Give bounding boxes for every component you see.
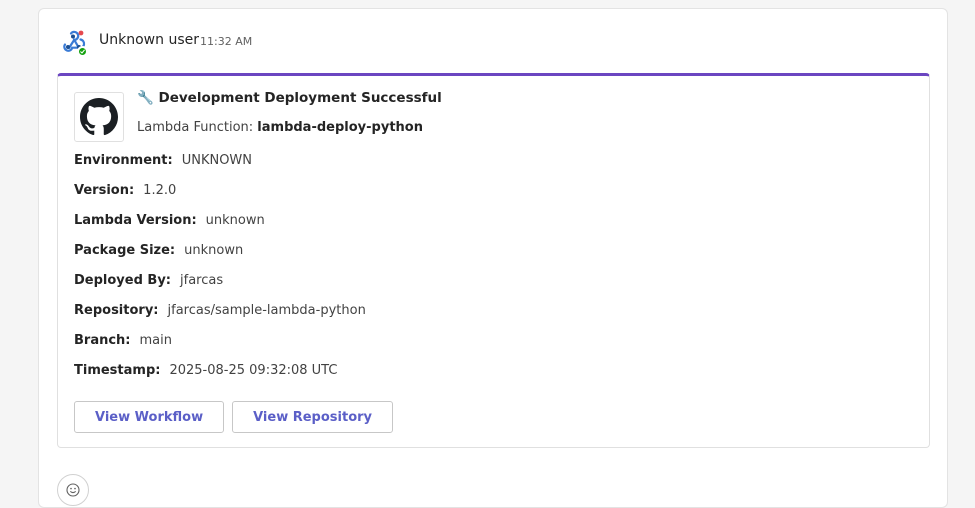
github-icon	[80, 98, 118, 136]
subtitle-label: Lambda Function:	[137, 120, 258, 135]
card-title: 🔧 Development Deployment Successful	[137, 90, 442, 106]
adaptive-card: 🔧 Development Deployment Successful Lamb…	[57, 73, 930, 448]
add-reaction-button[interactable]	[57, 474, 89, 506]
fact-key: Repository:	[74, 303, 159, 318]
avatar[interactable]	[60, 29, 88, 57]
fact-key: Deployed By:	[74, 273, 172, 288]
card-subtitle: Lambda Function: lambda-deploy-python	[137, 120, 423, 135]
fact-value: main	[139, 333, 172, 348]
fact-key: Timestamp:	[74, 363, 161, 378]
fact-environment: Environment: UNKNOWN	[74, 153, 366, 183]
lambda-function-name: lambda-deploy-python	[257, 120, 423, 135]
fact-repository: Repository: jfarcas/sample-lambda-python	[74, 303, 366, 333]
fact-value: 2025-08-25 09:32:08 UTC	[169, 363, 338, 378]
fact-value: UNKNOWN	[181, 153, 253, 168]
chat-message: Unknown user 11:32 AM 🔧 Development Depl…	[38, 8, 948, 508]
status-available-icon	[77, 46, 88, 57]
fact-key: Lambda Version:	[74, 213, 197, 228]
fact-value: 1.2.0	[143, 183, 177, 198]
fact-lambda-version: Lambda Version: unknown	[74, 213, 366, 243]
fact-value: jfarcas/sample-lambda-python	[167, 303, 366, 318]
smiley-icon	[66, 483, 80, 497]
fact-key: Branch:	[74, 333, 131, 348]
fact-version: Version: 1.2.0	[74, 183, 366, 213]
fact-key: Package Size:	[74, 243, 176, 258]
fact-branch: Branch: main	[74, 333, 366, 363]
github-logo	[74, 92, 124, 142]
view-repository-button[interactable]: View Repository	[232, 401, 394, 433]
fact-value: unknown	[205, 213, 265, 228]
fact-key: Version:	[74, 183, 135, 198]
card-actions: View Workflow View Repository	[74, 401, 394, 433]
fact-list: Environment: UNKNOWN Version: 1.2.0 Lambda…	[74, 153, 366, 393]
fact-timestamp: Timestamp: 2025-08-25 09:32:08 UTC	[74, 363, 366, 393]
fact-value: jfarcas	[180, 273, 224, 288]
fact-value: unknown	[184, 243, 244, 258]
sender-name[interactable]: Unknown user	[99, 32, 199, 48]
fact-key: Environment:	[74, 153, 173, 168]
fact-package-size: Package Size: unknown	[74, 243, 366, 273]
message-timestamp: 11:32 AM	[200, 35, 253, 48]
view-workflow-button[interactable]: View Workflow	[74, 401, 225, 433]
fact-deployed-by: Deployed By: jfarcas	[74, 273, 366, 303]
